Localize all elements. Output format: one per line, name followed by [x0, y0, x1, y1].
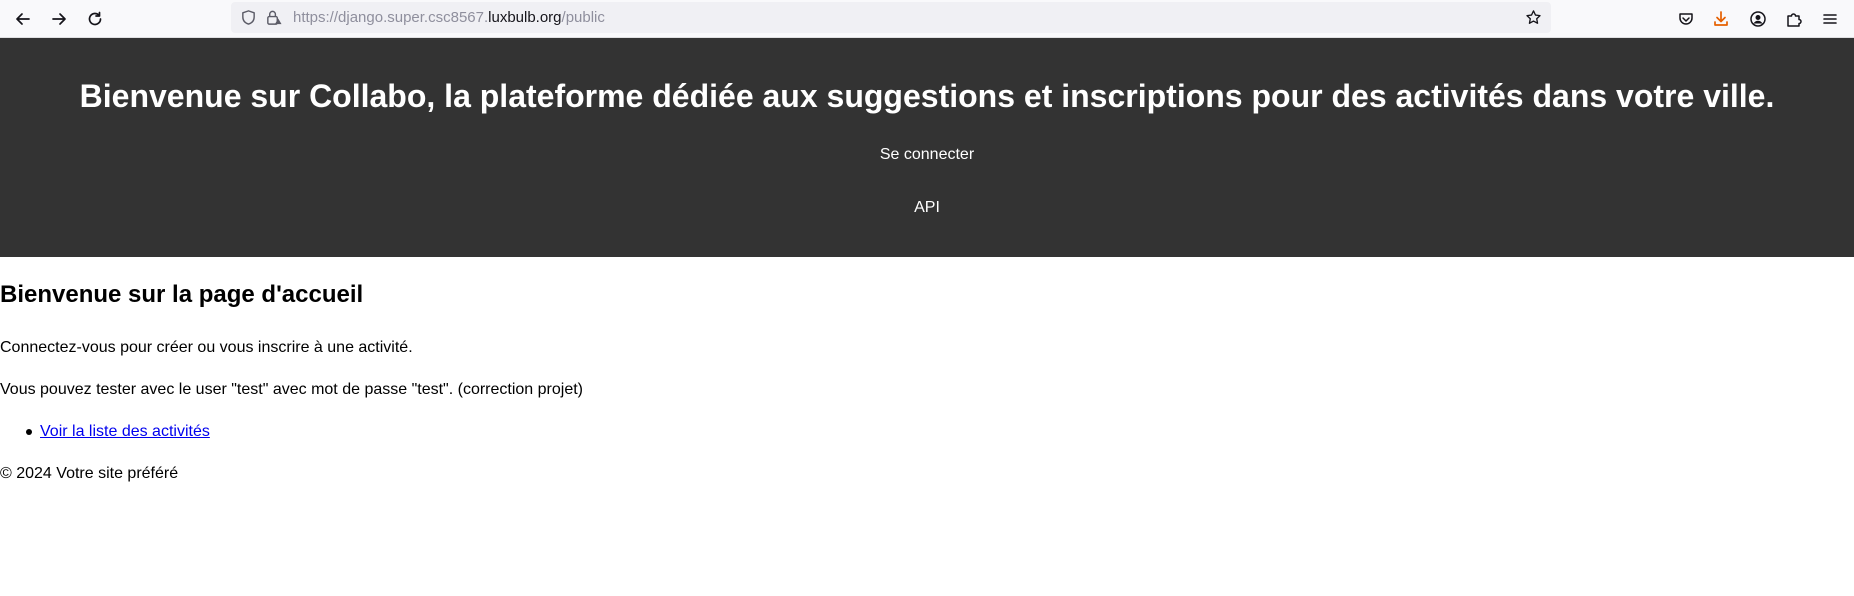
list-item: Voir la liste des activités — [0, 422, 210, 441]
arrow-left-icon — [16, 13, 30, 25]
url-bar[interactable]: https://django.super.csc8567.luxbulb.org… — [231, 2, 1551, 33]
url-prefix: https://django.super.csc8567. — [293, 9, 489, 26]
shield-icon[interactable] — [239, 8, 258, 27]
extensions-button[interactable] — [1779, 4, 1809, 34]
back-button[interactable] — [8, 4, 38, 34]
login-link[interactable]: Se connecter — [0, 145, 1854, 164]
reload-button[interactable] — [80, 4, 110, 34]
star-icon[interactable] — [1524, 8, 1543, 27]
url-text[interactable]: https://django.super.csc8567.luxbulb.org… — [293, 9, 605, 27]
forward-button[interactable] — [44, 4, 74, 34]
footer-text: © 2024 Votre site préféré — [0, 465, 179, 482]
lock-warning-icon[interactable] — [264, 8, 283, 27]
account-button[interactable] — [1743, 4, 1773, 34]
reload-icon — [88, 11, 102, 26]
link-list: Voir la liste des activités — [0, 422, 210, 441]
menu-button[interactable] — [1815, 4, 1845, 34]
url-path: /public — [561, 9, 605, 26]
url-host: luxbulb.org — [488, 9, 562, 26]
pocket-icon — [1679, 13, 1693, 25]
site-title: Bienvenue sur Collabo, la plateforme déd… — [79, 78, 1775, 114]
account-icon — [1750, 11, 1766, 27]
test-credentials-paragraph: Vous pouvez tester avec le user "test" a… — [0, 381, 583, 398]
downloads-button[interactable] — [1706, 4, 1736, 34]
puzzle-icon — [1787, 13, 1802, 27]
download-icon — [1714, 11, 1728, 26]
intro-paragraph: Connectez-vous pour créer ou vous inscri… — [0, 339, 413, 356]
api-link[interactable]: API — [0, 198, 1854, 217]
arrow-right-icon — [52, 13, 66, 25]
bullet-icon — [26, 429, 32, 435]
page-title: Bienvenue sur la page d'accueil — [0, 281, 364, 308]
pocket-button[interactable] — [1671, 4, 1701, 34]
hamburger-menu-icon — [1823, 14, 1837, 24]
browser-toolbar: https://django.super.csc8567.luxbulb.org… — [0, 0, 1854, 38]
activities-list-link[interactable]: Voir la liste des activités — [40, 423, 210, 440]
site-header: Bienvenue sur Collabo, la plateforme déd… — [0, 38, 1854, 257]
